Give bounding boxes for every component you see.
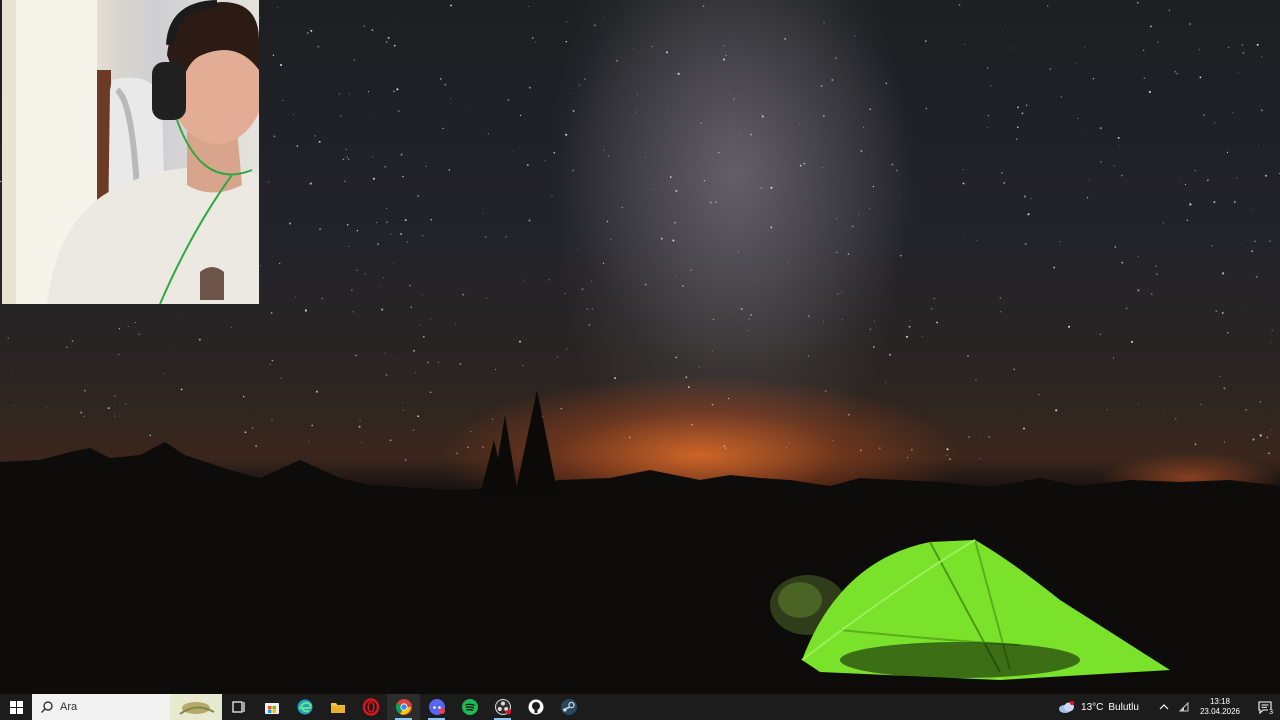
file-explorer-button[interactable]: [321, 694, 354, 720]
steam-icon: [560, 699, 577, 715]
webcam-person: [2, 0, 259, 304]
search-box[interactable]: Ara: [32, 694, 222, 720]
search-icon: [41, 701, 53, 713]
taskbar: Ara 13°C Bulutlu 13:18 23.04.2026 3: [0, 694, 1280, 720]
weather-temp: 13°C: [1081, 701, 1104, 713]
search-placeholder: Ara: [60, 701, 78, 713]
show-hidden-icons-button[interactable]: [1156, 699, 1172, 715]
edge-button[interactable]: [288, 694, 321, 720]
network-button[interactable]: [1176, 699, 1192, 715]
weather-widget[interactable]: 13°C Bulutlu: [1057, 700, 1144, 714]
weather-condition: Bulutlu: [1108, 701, 1139, 713]
folder-icon: [330, 703, 345, 713]
obs-icon: [494, 699, 511, 715]
spotify-button[interactable]: [453, 694, 486, 720]
clock[interactable]: 13:18 23.04.2026: [1200, 697, 1240, 717]
microsoft-store-button[interactable]: [255, 694, 288, 720]
start-button[interactable]: [0, 694, 32, 720]
clock-time: 13:18: [1209, 697, 1230, 706]
opera-icon: [362, 698, 379, 716]
chevron-up-icon: [1159, 704, 1169, 710]
task-view-button[interactable]: [222, 694, 255, 720]
obs-button[interactable]: [486, 694, 519, 720]
search-highlight-image: [170, 694, 222, 720]
clock-date: 23.04.2026: [1199, 707, 1240, 716]
github-button[interactable]: [519, 694, 552, 720]
microsoft-store-icon: [264, 703, 279, 714]
chrome-button[interactable]: [387, 694, 420, 720]
notification-count: 3: [1268, 709, 1274, 716]
system-tray: 13°C Bulutlu 13:18 23.04.2026 3: [1057, 694, 1280, 720]
windows-logo-icon: [9, 700, 23, 714]
spotify-icon: [461, 699, 478, 715]
discord-button[interactable]: [420, 694, 453, 720]
cloud-icon: [1059, 701, 1075, 713]
task-view-icon: [231, 701, 245, 713]
wifi-icon: [1178, 701, 1189, 712]
chrome-icon: [395, 699, 412, 715]
github-icon: [528, 699, 543, 715]
webcam-overlay: [2, 0, 259, 304]
steam-button[interactable]: [552, 694, 585, 720]
opera-button[interactable]: [354, 694, 387, 720]
edge-icon: [297, 699, 312, 715]
discord-icon: [428, 699, 445, 715]
notification-center-button[interactable]: 3: [1250, 694, 1280, 720]
